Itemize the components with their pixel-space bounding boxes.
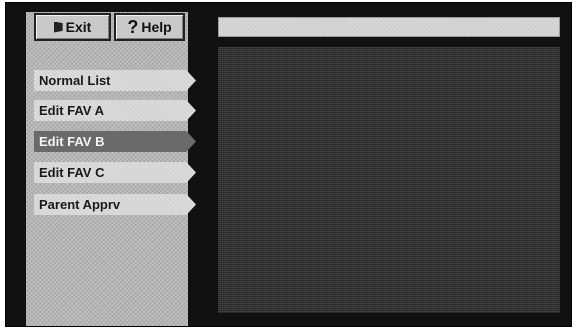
menu-item-edit-fav-c[interactable]: Edit FAV C (34, 162, 196, 183)
help-button-label: Help (141, 19, 172, 35)
menu-item-edit-fav-a[interactable]: Edit FAV A (34, 100, 196, 121)
exit-button[interactable]: Exit (34, 13, 111, 41)
menu-item-parent-apprv[interactable]: Parent Apprv (34, 194, 196, 215)
question-mark-icon: ? (127, 17, 139, 37)
content-panel (218, 47, 560, 313)
menu-item-label: Edit FAV B (39, 134, 105, 149)
exit-button-label: Exit (65, 19, 92, 35)
menu-item-label: Edit FAV C (39, 165, 105, 180)
menu-item-edit-fav-b[interactable]: Edit FAV B (34, 131, 196, 152)
menu-item-label: Parent Apprv (39, 197, 121, 212)
exit-icon (53, 21, 63, 33)
menu-item-label: Edit FAV A (39, 103, 104, 118)
menu-item-label: Normal List (39, 73, 111, 88)
content-header-bar (218, 17, 560, 37)
help-button[interactable]: ? Help (114, 13, 185, 41)
menu-item-normal-list[interactable]: Normal List (34, 70, 196, 91)
